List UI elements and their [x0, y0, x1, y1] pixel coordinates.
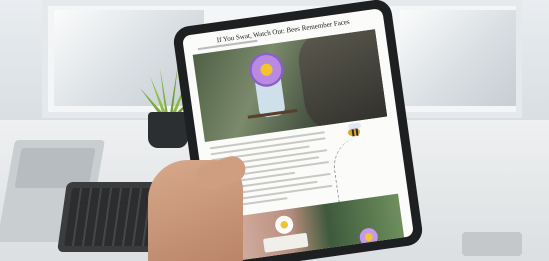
flower-icon: [358, 226, 379, 248]
phone: [462, 232, 522, 256]
window-pane: [400, 10, 516, 106]
photo-scene: If You Swat, Watch Out: Bees Remember Fa…: [0, 0, 549, 261]
rock-wall: [294, 29, 388, 134]
daisy-icon: [274, 214, 295, 235]
garden-bench: [262, 232, 309, 253]
plant-pot: [148, 112, 188, 148]
